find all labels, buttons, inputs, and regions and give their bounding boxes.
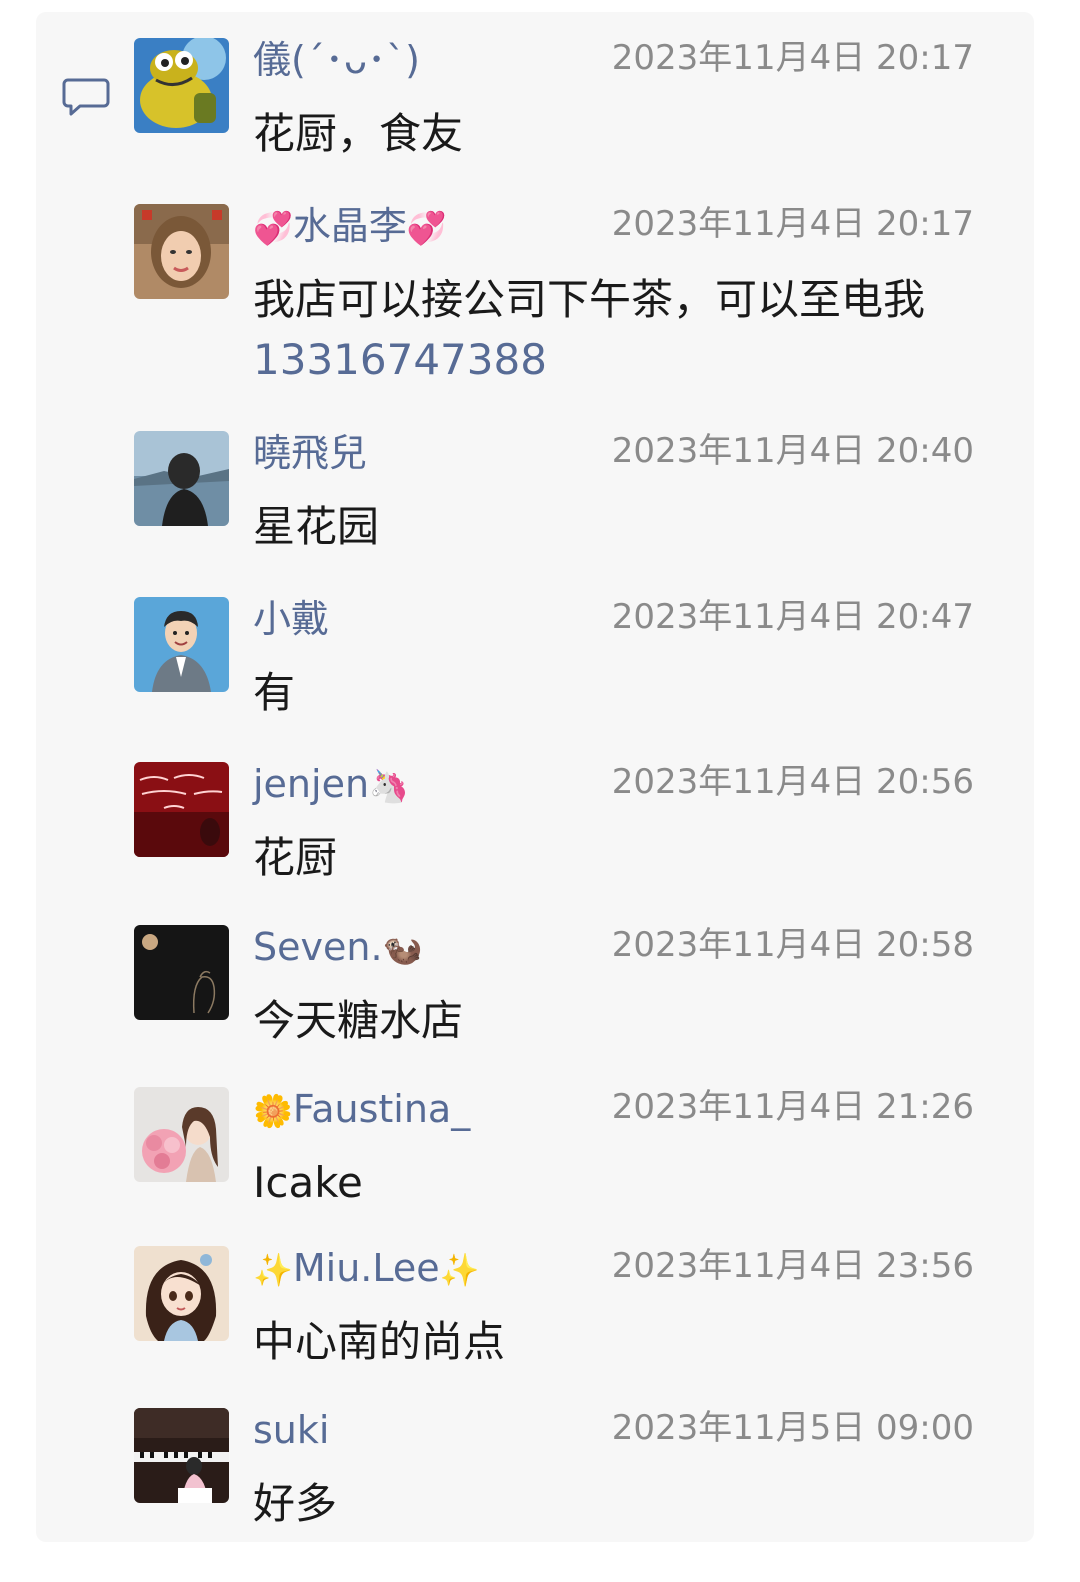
- comment-time: 2023年11月4日 20:47: [611, 597, 974, 637]
- commenter-name[interactable]: jenjen🦄: [253, 762, 409, 808]
- frog-avatar[interactable]: [134, 38, 229, 133]
- comment-text: 星花园: [253, 502, 380, 551]
- comment-text: 好多: [253, 1479, 338, 1528]
- lake-silhouette-avatar[interactable]: [134, 431, 229, 526]
- comment-time: 2023年11月4日 20:58: [611, 925, 974, 965]
- anime-girl-avatar[interactable]: [134, 1246, 229, 1341]
- comment-time: 2023年11月4日 20:40: [611, 431, 974, 471]
- comment-time: 2023年11月4日 20:17: [611, 38, 974, 78]
- comment-item: jenjen🦄 2023年11月4日 20:56 花厨: [134, 762, 994, 892]
- comment-item: 💞水晶李💞 2023年11月4日 20:17 我店可以接公司下午茶，可以至电我 …: [134, 204, 994, 394]
- comment-time: 2023年11月5日 09:00: [611, 1408, 974, 1448]
- dark-moon-avatar[interactable]: [134, 925, 229, 1020]
- comment-time: 2023年11月4日 20:56: [611, 762, 974, 802]
- comment-item: 曉飛兒 2023年11月4日 20:40 星花园: [134, 431, 994, 561]
- phone-number-link[interactable]: 13316747388: [253, 330, 547, 390]
- commenter-name[interactable]: 曉飛兒: [253, 431, 367, 477]
- comment-item: ✨Miu.Lee✨ 2023年11月4日 23:56 中心南的尚点: [134, 1246, 994, 1376]
- comment-text: 有: [253, 668, 296, 717]
- comment-time: 2023年11月4日 20:17: [611, 204, 974, 244]
- comment-text: 花厨: [253, 833, 338, 882]
- comment-item: 儀(´･ᴗ･`) 2023年11月4日 20:17 花厨，食友: [134, 38, 994, 168]
- comment-text: 中心南的尚点: [253, 1317, 506, 1366]
- commenter-name[interactable]: ✨Miu.Lee✨: [253, 1246, 479, 1292]
- comment-time: 2023年11月4日 21:26: [611, 1087, 974, 1127]
- red-neon-avatar[interactable]: [134, 762, 229, 857]
- comment-time: 2023年11月4日 23:56: [611, 1246, 974, 1286]
- comment-item: 小戴 2023年11月4日 20:47 有: [134, 597, 994, 727]
- comment-item: Seven.🦦 2023年11月4日 20:58 今天糖水店: [134, 925, 994, 1055]
- comment-item: suki 2023年11月5日 09:00 好多: [134, 1408, 994, 1538]
- comment-text: 我店可以接公司下午茶，可以至电我: [253, 275, 926, 324]
- comment-text: Icake: [253, 1158, 363, 1207]
- comment-item: 🌼Faustina_ 2023年11月4日 21:26 Icake: [134, 1087, 994, 1217]
- commenter-name[interactable]: 小戴: [253, 597, 329, 643]
- commenter-name[interactable]: suki: [253, 1408, 329, 1454]
- commenter-name[interactable]: 🌼Faustina_: [253, 1087, 470, 1133]
- comment-bubble-icon: [62, 78, 110, 116]
- comment-text: 今天糖水店: [253, 996, 464, 1045]
- woman-portrait-avatar[interactable]: [134, 204, 229, 299]
- commenter-name[interactable]: 💞水晶李💞: [253, 204, 447, 250]
- cartoon-man-avatar[interactable]: [134, 597, 229, 692]
- comment-text: 花厨，食友: [253, 109, 464, 158]
- flower-girl-avatar[interactable]: [134, 1087, 229, 1182]
- piano-avatar[interactable]: [134, 1408, 229, 1503]
- commenter-name[interactable]: Seven.🦦: [253, 925, 422, 971]
- commenter-name[interactable]: 儀(´･ᴗ･`): [253, 38, 420, 84]
